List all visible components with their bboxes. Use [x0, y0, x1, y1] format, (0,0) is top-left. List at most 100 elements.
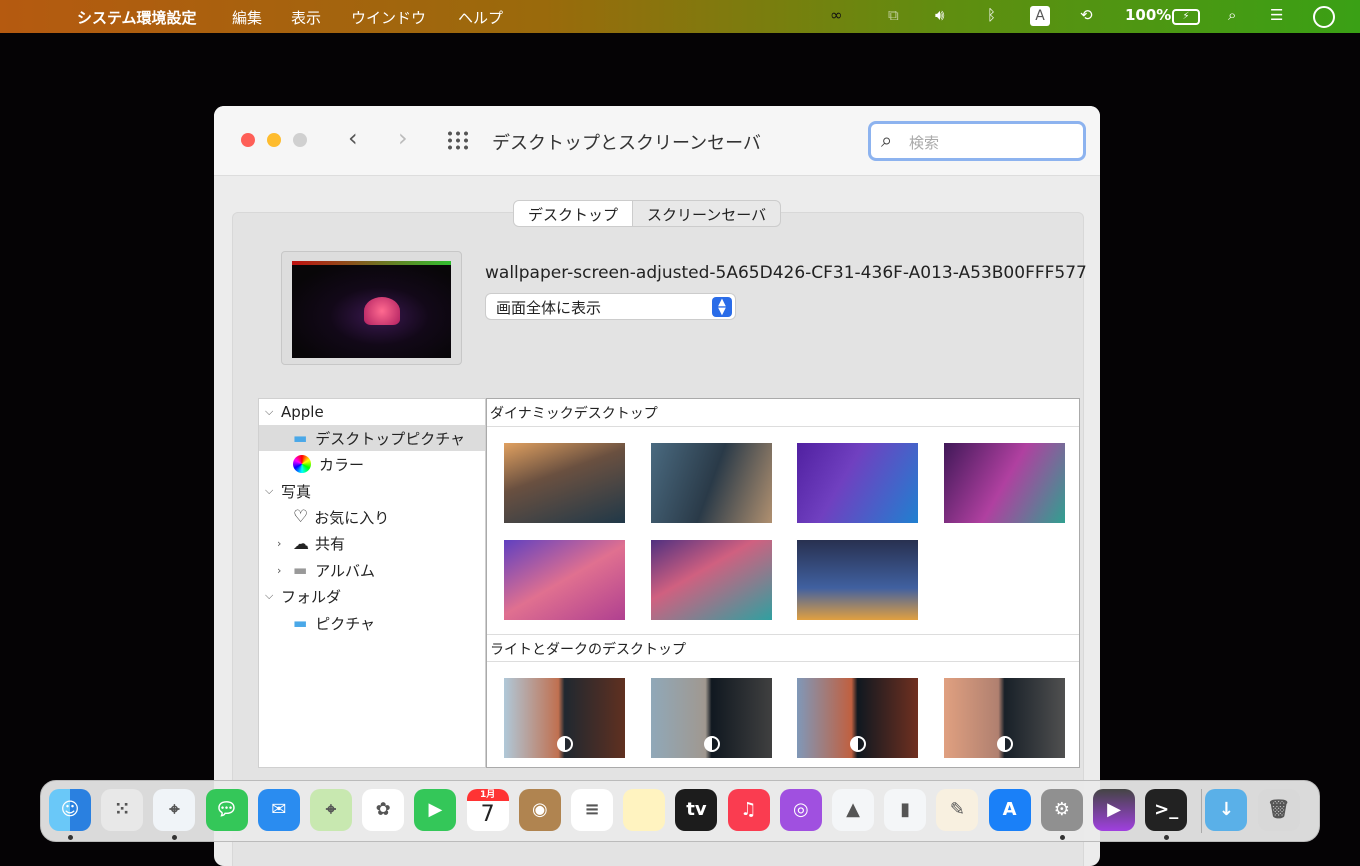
close-button[interactable] [241, 133, 255, 147]
fit-mode-value: 画面全体に表示 [496, 299, 602, 317]
preferences-window: ‹ › デスクトップとスクリーンセーバ ⌕ 検索 デスクトップ スクリーンセーバ… [214, 106, 1100, 866]
wallpaper-thumbnail[interactable] [797, 678, 918, 758]
dock-item-12[interactable]: tv [675, 789, 718, 831]
wallpaper-thumbnail[interactable] [504, 678, 625, 758]
item-label: デスクトップピクチャ [315, 429, 466, 448]
menu-bar: システム環境設定 編集 表示 ウインドウ ヘルプ ∞ ⧉ 🔊︎ ᛒ A ⟲ 10… [0, 0, 1360, 33]
dock-item-9[interactable]: ◉ [518, 789, 561, 831]
section-header-dynamic: ダイナミックデスクトップ [487, 399, 1079, 427]
dock-separator [1201, 789, 1202, 833]
dock-item-0[interactable]: ☺ [49, 789, 91, 831]
forward-button[interactable]: › [398, 124, 408, 152]
folder-icon: ▬ [293, 561, 308, 579]
wallpaper-thumbnail[interactable] [651, 443, 772, 523]
creative-cloud-icon[interactable]: ∞ [830, 6, 843, 24]
dock-item-1[interactable]: ⁙ [101, 789, 144, 831]
dock-item-22[interactable]: ↓ [1205, 789, 1248, 831]
dock: ☺ ⁙ ⌖ 💬︎ ✉ ⌖ ✿ ▶ 1月 7 ◉ ≡ tv ♫ ◎ ▲ ▮ ✎ A ⚙ ▶ >_ ↓ 🗑︎ [40, 780, 1320, 842]
sidebar-item-favorites[interactable]: ♡ お気に入り [259, 504, 485, 530]
fit-mode-select[interactable]: 画面全体に表示 ▲ ▼ [485, 293, 736, 320]
light-dark-icon [996, 736, 1013, 752]
menu-view[interactable]: 表示 [291, 7, 321, 28]
wallpaper-thumbnail[interactable] [651, 678, 772, 758]
clock-icon[interactable] [1313, 6, 1335, 28]
volume-icon[interactable]: 🔊︎ [935, 6, 944, 24]
menu-window[interactable]: ウインドウ [351, 7, 426, 28]
app-menu[interactable]: システム環境設定 [77, 7, 197, 28]
calendar-day: 7 [480, 802, 495, 827]
tab-screensaver[interactable]: スクリーンセーバ [633, 201, 780, 226]
back-button[interactable]: ‹ [348, 124, 358, 152]
show-all-grid-icon[interactable] [446, 130, 470, 150]
dock-item-3[interactable]: 💬︎ [205, 789, 248, 831]
item-label: お気に入り [314, 508, 390, 527]
sidebar-item-desktop-pictures[interactable]: ▬ デスクトップピクチャ [259, 425, 485, 451]
wallpaper-thumbnail[interactable] [944, 443, 1065, 523]
calendar-month: 1月 [466, 789, 509, 801]
source-list: ⌵ Apple ▬ デスクトップピクチャ カラー ⌵ 写真 ♡ お気に入り › ☁︎ 共有 … [258, 398, 486, 768]
wallpaper-thumbnail[interactable] [504, 540, 625, 620]
sidebar-item-albums[interactable]: › ▬ アルバム [259, 557, 485, 583]
light-dark-icon [703, 736, 720, 752]
dock-item-17[interactable]: ✎ [936, 789, 979, 831]
tab-bar: デスクトップ スクリーンセーバ [513, 200, 782, 227]
wallpaper-thumbnail[interactable] [797, 443, 918, 523]
dock-item-20[interactable]: ▶ [1093, 789, 1135, 831]
section-header-light-dark: ライトとダークのデスクトップ [487, 634, 1079, 662]
dock-item-7[interactable]: ▶ [414, 789, 457, 831]
dock-item-2[interactable]: ⌖ [153, 789, 196, 831]
wallpaper-preview [281, 251, 462, 365]
light-dark-icon [849, 736, 866, 752]
menu-edit[interactable]: 編集 [232, 7, 262, 28]
dock-item-5[interactable]: ⌖ [310, 789, 352, 831]
input-source-icon[interactable]: A [1030, 6, 1050, 26]
dock-item-19[interactable]: ⚙ [1040, 789, 1083, 831]
dock-item-10[interactable]: ≡ [571, 789, 613, 831]
sidebar-item-pictures[interactable]: ▬ ピクチャ [259, 610, 485, 636]
running-indicator [1164, 835, 1170, 840]
dock-item-15[interactable]: ▲ [832, 789, 874, 831]
sidebar-item-shared[interactable]: › ☁︎ 共有 [259, 530, 485, 556]
time-machine-icon[interactable]: ⟲ [1080, 6, 1093, 24]
dock-item-16[interactable]: ▮ [884, 789, 927, 831]
display-mirroring-icon[interactable]: ⧉ [888, 6, 899, 24]
battery-icon[interactable]: ⚡ [1172, 9, 1200, 25]
group-label: フォルダ [281, 587, 342, 606]
dock-item-13[interactable]: ♫ [727, 789, 770, 831]
menu-help[interactable]: ヘルプ [458, 7, 503, 28]
dock-item-6[interactable]: ✿ [362, 789, 405, 831]
item-label: カラー [319, 455, 365, 474]
heart-icon: ♡ [293, 507, 309, 527]
light-dark-icon [556, 736, 573, 752]
item-label: ピクチャ [315, 614, 376, 633]
zoom-button[interactable] [293, 133, 307, 147]
search-placeholder: 検索 [909, 134, 940, 152]
dock-item-14[interactable]: ◎ [779, 789, 822, 831]
dock-item-4[interactable]: ✉ [257, 789, 300, 831]
minimize-button[interactable] [267, 133, 281, 147]
wallpaper-grid: ダイナミックデスクトップ ライトとダークのデスクトップ [486, 398, 1080, 768]
search-field[interactable]: ⌕ 検索 [868, 121, 1086, 161]
dock-item-18[interactable]: A [988, 789, 1031, 831]
bluetooth-icon[interactable]: ᛒ [987, 6, 996, 24]
sidebar-item-colors[interactable]: カラー [259, 451, 485, 477]
running-indicator [1059, 835, 1065, 840]
search-icon: ⌕ [881, 128, 893, 152]
wallpaper-thumbnail[interactable] [651, 540, 772, 620]
dock-item-8[interactable]: 1月 7 [466, 789, 509, 831]
group-apple[interactable]: ⌵ Apple [259, 399, 485, 425]
dock-item-21[interactable]: >_ [1145, 789, 1188, 831]
control-center-icon[interactable]: ☰ [1270, 6, 1283, 24]
dock-item-23[interactable]: 🗑︎ [1257, 789, 1300, 831]
chevron-updown-icon: ▲ ▼ [712, 297, 732, 317]
group-folders[interactable]: ⌵ フォルダ [259, 583, 485, 609]
wallpaper-thumbnail[interactable] [797, 540, 918, 620]
tab-desktop[interactable]: デスクトップ [514, 201, 634, 226]
wallpaper-thumbnail[interactable] [944, 678, 1065, 758]
dock-item-11[interactable] [623, 789, 666, 831]
wallpaper-thumbnail[interactable] [504, 443, 625, 523]
group-label: 写真 [281, 482, 312, 501]
item-label: 共有 [315, 534, 346, 553]
group-photos[interactable]: ⌵ 写真 [259, 478, 485, 504]
spotlight-icon[interactable]: ⌕ [1228, 6, 1236, 24]
